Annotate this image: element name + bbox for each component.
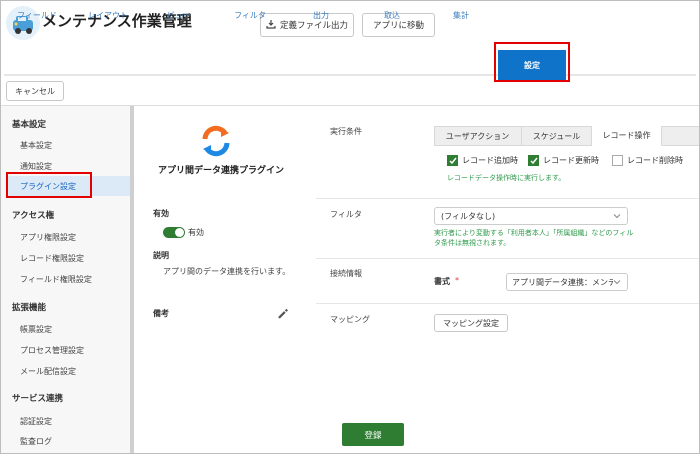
save-button[interactable]: 登録 xyxy=(342,423,404,446)
sidebar-item-field-permission[interactable]: フィールド権限設定 xyxy=(6,269,130,289)
sidebar-item-auth[interactable]: 認証設定 xyxy=(6,411,130,431)
tab-record-operation[interactable]: レコード操作 xyxy=(592,126,662,146)
filter-label: フィルタ xyxy=(330,210,362,219)
pencil-icon[interactable] xyxy=(277,308,288,321)
tab-layout[interactable]: レイアウト xyxy=(75,4,141,26)
filter-hint-line1: 実行者により変動する「利用者本人」「所属組織」などのフィル xyxy=(434,229,634,237)
format-select[interactable]: アプリ間データ連携：メンテ xyxy=(506,273,628,291)
divider xyxy=(316,303,700,304)
filter-select-value: (フィルタなし) xyxy=(441,211,496,221)
filter-hint-line2: タ条件は無視されます。 xyxy=(434,239,511,247)
required-mark: * xyxy=(455,276,459,285)
sidebar-item-app-permission[interactable]: アプリ権限設定 xyxy=(6,227,130,247)
sidebar-item-audit-log[interactable]: 監査ログ xyxy=(6,431,130,451)
exec-hint: レコードデータ操作時に実行します。 xyxy=(447,174,566,182)
checkbox-record-update[interactable]: レコード更新時 xyxy=(528,155,599,166)
tab-import[interactable]: 取込 xyxy=(359,4,425,26)
note-label: 備考 xyxy=(153,309,169,318)
tab-field[interactable]: フィールド xyxy=(4,4,70,26)
description-label: 説明 xyxy=(153,251,169,260)
sidebar-item-process[interactable]: プロセス管理設定 xyxy=(6,340,130,360)
sidebar-heading-service: サービス連携 xyxy=(12,394,64,404)
enabled-value: 有効 xyxy=(188,228,204,237)
connection-label: 接続情報 xyxy=(330,269,362,278)
tab-schedule[interactable]: スケジュール xyxy=(522,126,592,146)
divider xyxy=(316,198,700,199)
sidebar-item-record-permission[interactable]: レコード権限設定 xyxy=(6,248,130,268)
tab-filter[interactable]: フィルタ xyxy=(217,4,283,26)
tab-output[interactable]: 出力 xyxy=(288,4,354,26)
checkbox-record-add[interactable]: レコード追加時 xyxy=(447,155,518,166)
mapping-settings-button[interactable]: マッピング設定 xyxy=(434,314,508,332)
format-select-value: アプリ間データ連携：メンテ xyxy=(512,277,616,287)
description-text: アプリ間のデータ連携を行います。 xyxy=(163,267,291,276)
exec-condition-label: 実行条件 xyxy=(330,127,362,136)
sidebar-heading-access: アクセス権 xyxy=(12,211,55,221)
sidebar-item-report[interactable]: 帳票設定 xyxy=(6,319,130,339)
sidebar-heading-basic: 基本設定 xyxy=(12,120,47,130)
checkbox-label: レコード追加時 xyxy=(462,156,518,165)
chevron-down-icon xyxy=(613,278,621,288)
checkbox-checked-icon xyxy=(528,155,539,166)
sidebar-scrollbar[interactable] xyxy=(130,106,134,454)
divider xyxy=(316,258,700,259)
checkbox-label: レコード更新時 xyxy=(543,156,599,165)
plugin-item-highlight xyxy=(6,172,92,198)
tab-aggregate[interactable]: 集計 xyxy=(430,4,492,26)
sidebar-heading-extension: 拡張機能 xyxy=(12,303,47,313)
format-label: 書式 xyxy=(434,277,450,286)
chevron-down-icon xyxy=(613,212,621,222)
checkbox-label: レコード削除時 xyxy=(627,156,683,165)
checkbox-checked-icon xyxy=(447,155,458,166)
sidebar-item-mail[interactable]: メール配信設定 xyxy=(6,361,130,381)
mapping-label: マッピング xyxy=(330,315,370,324)
sync-icon xyxy=(199,124,233,160)
cancel-button[interactable]: キャンセル xyxy=(6,81,64,101)
settings-tab-highlight xyxy=(494,42,570,82)
enabled-toggle[interactable] xyxy=(163,227,185,238)
filter-select[interactable]: (フィルタなし) xyxy=(434,207,628,225)
sidebar-item-basic[interactable]: 基本設定 xyxy=(6,135,130,155)
settings-tab-bar xyxy=(4,48,696,76)
enabled-label: 有効 xyxy=(153,209,169,218)
tab-user-action[interactable]: ユーザアクション xyxy=(434,126,522,146)
checkbox-unchecked-icon xyxy=(612,155,623,166)
tab-view[interactable]: ビュー xyxy=(146,4,212,26)
checkbox-record-delete[interactable]: レコード削除時 xyxy=(612,155,683,166)
plugin-name: アプリ間データ連携プラグイン xyxy=(158,166,285,176)
